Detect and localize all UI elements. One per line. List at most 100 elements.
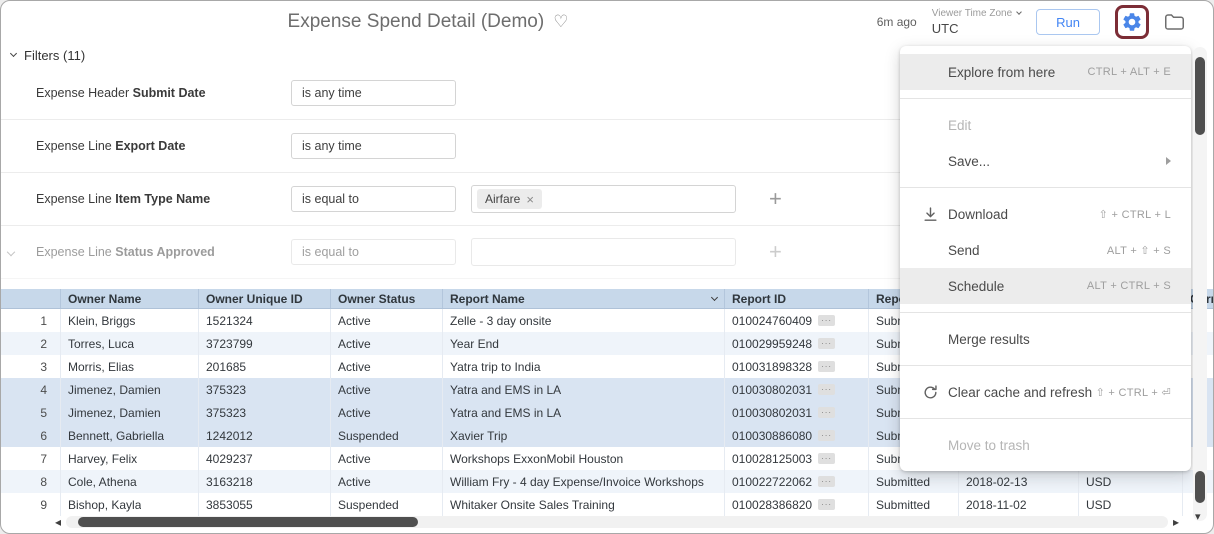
- topbar: Expense Spend Detail (Demo) ♡ 6m ago Vie…: [1, 1, 1213, 43]
- filter-condition-select[interactable]: is any time: [291, 133, 456, 159]
- table-cell: 4029237: [199, 447, 331, 470]
- chevron-down-icon[interactable]: [6, 242, 16, 260]
- filter-condition-select[interactable]: is any time: [291, 80, 456, 106]
- cell-menu-pill[interactable]: ···: [818, 430, 836, 441]
- cell-menu-pill[interactable]: ···: [818, 476, 836, 487]
- menu-item-send[interactable]: Send ALT + ⇧ + S: [900, 232, 1191, 268]
- table-cell: 010030802031 ···: [725, 401, 869, 424]
- table-cell: 2018-11-02: [959, 493, 1079, 516]
- vertical-scrollbar[interactable]: ▾: [1193, 47, 1207, 523]
- timezone-selector[interactable]: Viewer Time Zone UTC: [932, 8, 1022, 36]
- remove-chip-icon[interactable]: ×: [526, 193, 534, 206]
- filter-condition-select[interactable]: is equal to: [291, 186, 456, 212]
- table-cell: Bennett, Gabriella: [61, 424, 199, 447]
- column-header-report-id[interactable]: Report ID: [725, 289, 869, 308]
- menu-item-explore-from-here[interactable]: Explore from here CTRL + ALT + E: [900, 54, 1191, 90]
- app-window: Expense Spend Detail (Demo) ♡ 6m ago Vie…: [0, 0, 1214, 534]
- table-cell: Active: [331, 470, 443, 493]
- add-filter-value-button[interactable]: +: [769, 241, 782, 263]
- table-cell: 3853055: [199, 493, 331, 516]
- filter-value-input[interactable]: Airfare ×: [471, 185, 736, 213]
- column-header-owner-status[interactable]: Owner Status: [331, 289, 443, 308]
- row-number: 8: [1, 470, 61, 493]
- table-cell: Year End: [443, 332, 725, 355]
- gear-icon[interactable]: [1121, 11, 1143, 33]
- menu-divider: [900, 187, 1191, 188]
- row-number: 9: [1, 493, 61, 516]
- table-cell: 010028125003 ···: [725, 447, 869, 470]
- cell-menu-pill[interactable]: ···: [818, 499, 836, 510]
- cell-menu-pill[interactable]: ···: [818, 315, 836, 326]
- context-menu: Explore from here CTRL + ALT + E Edit Save.…: [900, 46, 1191, 471]
- menu-item-shortcut: ALT + CTRL + S: [1086, 280, 1171, 292]
- cell-menu-pill[interactable]: ···: [818, 384, 836, 395]
- horizontal-scrollbar[interactable]: ◂ ▸: [55, 515, 1179, 529]
- horizontal-scroll-thumb[interactable]: [78, 517, 419, 527]
- run-button[interactable]: Run: [1036, 9, 1100, 35]
- scroll-down-arrow-icon[interactable]: ▾: [1195, 512, 1201, 523]
- table-scroll-thumb[interactable]: [1195, 471, 1205, 503]
- table-cell: 010028386820 ···: [725, 493, 869, 516]
- table-cell: Suspended: [331, 424, 443, 447]
- triangle-down-icon: [9, 49, 18, 58]
- menu-item-merge-results[interactable]: Merge results: [900, 321, 1191, 357]
- menu-item-schedule[interactable]: Schedule ALT + CTRL + S: [900, 268, 1191, 304]
- table-cell: 1521324: [199, 309, 331, 332]
- menu-item-label: Edit: [948, 117, 972, 133]
- table-row[interactable]: 9 Bishop, Kayla 3853055 Suspended Whitaker O…: [1, 493, 1213, 516]
- table-cell: Xavier Trip: [443, 424, 725, 447]
- page-scroll-thumb[interactable]: [1195, 57, 1205, 135]
- table-cell: 010030802031 ···: [725, 378, 869, 401]
- menu-item-label: Clear cache and refresh: [948, 384, 1093, 400]
- column-header-report-name[interactable]: Report Name: [443, 289, 725, 308]
- filter-label: Expense Line Status Approved: [36, 245, 215, 259]
- table-cell: Bishop, Kayla: [61, 493, 199, 516]
- filter-condition-select[interactable]: is equal to: [291, 239, 456, 265]
- cell-menu-pill[interactable]: ···: [818, 407, 836, 418]
- filter-label: Expense Line Item Type Name: [36, 192, 211, 206]
- menu-divider: [900, 98, 1191, 99]
- filter-value-input[interactable]: [471, 238, 736, 266]
- menu-item-shortcut: ⇧ + CTRL + L: [1098, 208, 1171, 221]
- refresh-icon: [922, 384, 948, 401]
- table-cell: Active: [331, 309, 443, 332]
- column-header-owner-unique-id[interactable]: Owner Unique ID: [199, 289, 331, 308]
- column-header-owner-name[interactable]: Owner Name: [61, 289, 199, 308]
- sort-desc-icon: [710, 293, 719, 302]
- menu-item-shortcut: CTRL + ALT + E: [1087, 66, 1171, 78]
- row-number: 6: [1, 424, 61, 447]
- table-cell: Suspended: [331, 493, 443, 516]
- favorite-heart-icon[interactable]: ♡: [553, 12, 568, 32]
- last-run-time: 6m ago: [876, 15, 917, 29]
- filter-label: Expense Line Export Date: [36, 139, 186, 153]
- table-cell: Torres, Luca: [61, 332, 199, 355]
- folder-icon[interactable]: [1164, 13, 1185, 31]
- table-cell: 2018-02-13: [959, 470, 1079, 493]
- add-filter-value-button[interactable]: +: [769, 188, 782, 210]
- table-cell: Jimenez, Damien: [61, 401, 199, 424]
- table-cell: Active: [331, 378, 443, 401]
- menu-item-download[interactable]: Download ⇧ + CTRL + L: [900, 196, 1191, 232]
- table-cell: USD: [1079, 493, 1183, 516]
- menu-item-edit: Edit: [900, 107, 1191, 143]
- filter-chip[interactable]: Airfare ×: [477, 189, 542, 209]
- row-number: 4: [1, 378, 61, 401]
- horizontal-scroll-track[interactable]: [66, 516, 1168, 528]
- page-title: Expense Spend Detail (Demo) ♡: [1, 1, 855, 43]
- scroll-left-arrow-icon[interactable]: ◂: [55, 516, 61, 528]
- menu-item-label: Explore from here: [948, 64, 1056, 80]
- cell-menu-pill[interactable]: ···: [818, 361, 836, 372]
- cell-menu-pill[interactable]: ···: [818, 453, 836, 464]
- cell-menu-pill[interactable]: ···: [818, 338, 836, 349]
- menu-item-shortcut: ⇧ + CTRL + ⏎: [1095, 386, 1171, 399]
- table-cell: Workshops ExxonMobil Houston: [443, 447, 725, 470]
- menu-divider: [900, 312, 1191, 313]
- filter-label: Expense Header Submit Date: [36, 86, 206, 100]
- row-number: 3: [1, 355, 61, 378]
- table-row[interactable]: 8 Cole, Athena 3163218 Active William Fry - …: [1, 470, 1213, 493]
- scroll-right-arrow-icon[interactable]: ▸: [1173, 516, 1179, 528]
- menu-item-clear-cache-and-refresh[interactable]: Clear cache and refresh ⇧ + CTRL + ⏎: [900, 374, 1191, 410]
- menu-item-save[interactable]: Save...: [900, 143, 1191, 179]
- table-cell: 010024760409 ···: [725, 309, 869, 332]
- page-title-text: Expense Spend Detail (Demo): [287, 11, 545, 32]
